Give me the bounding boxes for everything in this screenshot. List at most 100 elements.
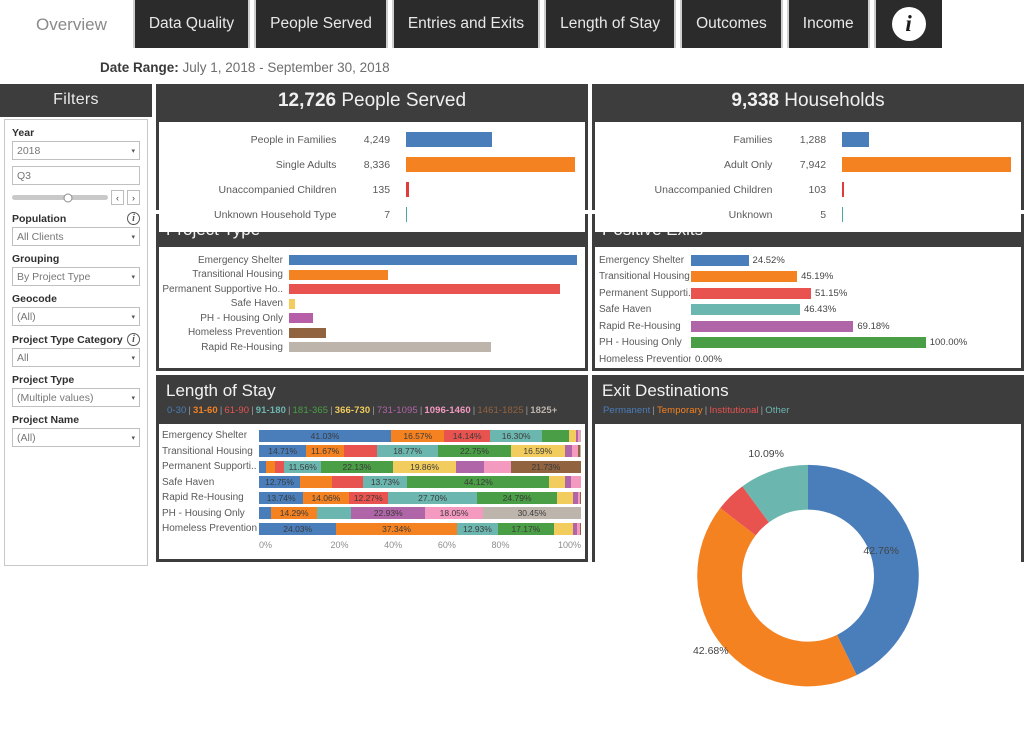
length-of-stay-segment[interactable]: 22.75% (437, 445, 512, 458)
los-legend-item[interactable]: 0-30 (166, 405, 187, 416)
grouping-select[interactable]: By Project Type ▾ (12, 267, 140, 286)
length-of-stay-segment[interactable] (331, 476, 364, 489)
project-type-bar[interactable] (289, 284, 560, 295)
length-of-stay-segment[interactable]: 19.86% (392, 460, 457, 473)
los-legend-item[interactable]: 181-365 (292, 405, 330, 416)
project-type-bar[interactable] (289, 327, 327, 338)
households-bar[interactable] (842, 132, 870, 147)
length-of-stay-segment[interactable]: 14.14% (444, 429, 490, 442)
exit-destinations-legend-item[interactable]: Other (764, 405, 790, 416)
project-type-bar[interactable] (289, 298, 296, 309)
length-of-stay-segment[interactable] (343, 445, 378, 458)
length-of-stay-segment[interactable]: 18.77% (377, 445, 438, 458)
people-served-bar[interactable] (406, 207, 407, 222)
length-of-stay-segment[interactable]: 41.03% (259, 429, 392, 442)
households-bar[interactable] (842, 157, 1011, 172)
exit-destinations-legend-item[interactable]: Permanent (602, 405, 651, 416)
length-of-stay-segment[interactable] (568, 429, 576, 442)
positive-exits-bar[interactable] (691, 271, 798, 283)
length-of-stay-segment[interactable]: 24.03% (259, 522, 337, 535)
length-of-stay-segment[interactable]: 44.12% (407, 476, 550, 489)
length-of-stay-segment[interactable]: 22.93% (351, 507, 426, 520)
length-of-stay-segment[interactable] (483, 460, 511, 473)
project-type-bar[interactable] (289, 313, 314, 324)
donut-slice[interactable] (697, 508, 857, 687)
length-of-stay-segment[interactable]: 27.70% (388, 491, 478, 504)
positive-exits-bar[interactable] (691, 287, 812, 299)
length-of-stay-segment[interactable] (580, 429, 581, 442)
length-of-stay-segment[interactable] (579, 522, 581, 535)
length-of-stay-segment[interactable] (259, 460, 267, 473)
length-of-stay-segment[interactable]: 24.79% (477, 491, 557, 504)
los-legend-item[interactable]: 366-730 (334, 405, 372, 416)
length-of-stay-segment[interactable] (579, 491, 581, 504)
los-legend-item[interactable]: 61-90 (223, 405, 250, 416)
length-of-stay-segment[interactable]: 12.75% (259, 476, 301, 489)
tab-data-quality[interactable]: Data Quality (132, 0, 251, 48)
length-of-stay-segment[interactable] (266, 460, 275, 473)
households-bar[interactable] (842, 207, 843, 222)
project-type-category-select[interactable]: All ▾ (12, 348, 140, 367)
los-legend-item[interactable]: 1825+ (529, 405, 558, 416)
length-of-stay-segment[interactable]: 14.06% (303, 491, 349, 504)
tab-outcomes[interactable]: Outcomes (680, 0, 783, 48)
length-of-stay-segment[interactable] (557, 491, 574, 504)
households-bar[interactable] (842, 182, 845, 197)
project-type-bar[interactable] (289, 269, 389, 280)
length-of-stay-segment[interactable] (571, 476, 581, 489)
project-name-select[interactable]: (All) ▾ (12, 428, 140, 447)
los-legend-item[interactable]: 31-60 (192, 405, 219, 416)
slider-prev-button[interactable]: ‹ (111, 190, 124, 205)
exit-destinations-legend-item[interactable]: Institutional (708, 405, 759, 416)
length-of-stay-segment[interactable]: 12.93% (456, 522, 499, 535)
los-legend-item[interactable]: 91-180 (255, 405, 287, 416)
length-of-stay-segment[interactable]: 17.17% (498, 522, 554, 535)
length-of-stay-segment[interactable] (317, 507, 352, 520)
population-info-icon[interactable]: i (127, 212, 140, 225)
length-of-stay-segment[interactable]: 21.73% (510, 460, 581, 473)
length-of-stay-segment[interactable]: 11.56% (284, 460, 322, 473)
project-type-category-info-icon[interactable]: i (127, 333, 140, 346)
exit-destinations-legend-item[interactable]: Temporary (656, 405, 704, 416)
length-of-stay-segment[interactable]: 13.73% (363, 476, 408, 489)
tab-length-of-stay[interactable]: Length of Stay (544, 0, 677, 48)
geocode-select[interactable]: (All) ▾ (12, 307, 140, 326)
project-type-select[interactable]: (Multiple values) ▾ (12, 388, 140, 407)
length-of-stay-segment[interactable]: 16.30% (489, 429, 543, 442)
tab-info[interactable]: i (873, 0, 942, 48)
length-of-stay-segment[interactable]: 12.27% (348, 491, 388, 504)
length-of-stay-segment[interactable] (564, 445, 572, 458)
length-of-stay-segment[interactable]: 13.74% (259, 491, 304, 504)
quarter-input[interactable]: Q3 (12, 166, 140, 185)
tab-people-served[interactable]: People Served (254, 0, 388, 48)
slider-next-button[interactable]: › (127, 190, 140, 205)
los-legend-item[interactable]: 731-1095 (376, 405, 419, 416)
tab-entries-and-exits[interactable]: Entries and Exits (391, 0, 541, 48)
length-of-stay-segment[interactable] (542, 429, 569, 442)
tab-income[interactable]: Income (786, 0, 870, 48)
positive-exits-bar[interactable] (691, 337, 926, 349)
people-served-bar[interactable] (406, 132, 493, 147)
length-of-stay-segment[interactable]: 14.29% (271, 507, 318, 520)
length-of-stay-segment[interactable] (259, 507, 272, 520)
length-of-stay-segment[interactable]: 16.57% (391, 429, 445, 442)
people-served-bar[interactable] (406, 157, 575, 172)
length-of-stay-segment[interactable]: 37.34% (336, 522, 457, 535)
length-of-stay-segment[interactable]: 11.67% (306, 445, 344, 458)
length-of-stay-segment[interactable]: 22.13% (321, 460, 393, 473)
positive-exits-bar[interactable] (691, 254, 749, 266)
positive-exits-bar[interactable] (691, 304, 800, 316)
length-of-stay-segment[interactable] (456, 460, 484, 473)
length-of-stay-segment[interactable] (300, 476, 332, 489)
length-of-stay-segment[interactable]: 16.59% (511, 445, 565, 458)
length-of-stay-segment[interactable] (579, 445, 581, 458)
length-of-stay-segment[interactable]: 30.45% (483, 507, 581, 520)
los-legend-item[interactable]: 1096-1460 (423, 405, 471, 416)
length-of-stay-segment[interactable] (549, 476, 566, 489)
project-type-bar[interactable] (289, 342, 491, 353)
length-of-stay-segment[interactable]: 18.05% (425, 507, 484, 520)
positive-exits-bar[interactable] (691, 320, 854, 332)
slider-knob[interactable] (63, 193, 73, 202)
people-served-bar[interactable] (406, 182, 409, 197)
length-of-stay-segment[interactable] (274, 460, 285, 473)
